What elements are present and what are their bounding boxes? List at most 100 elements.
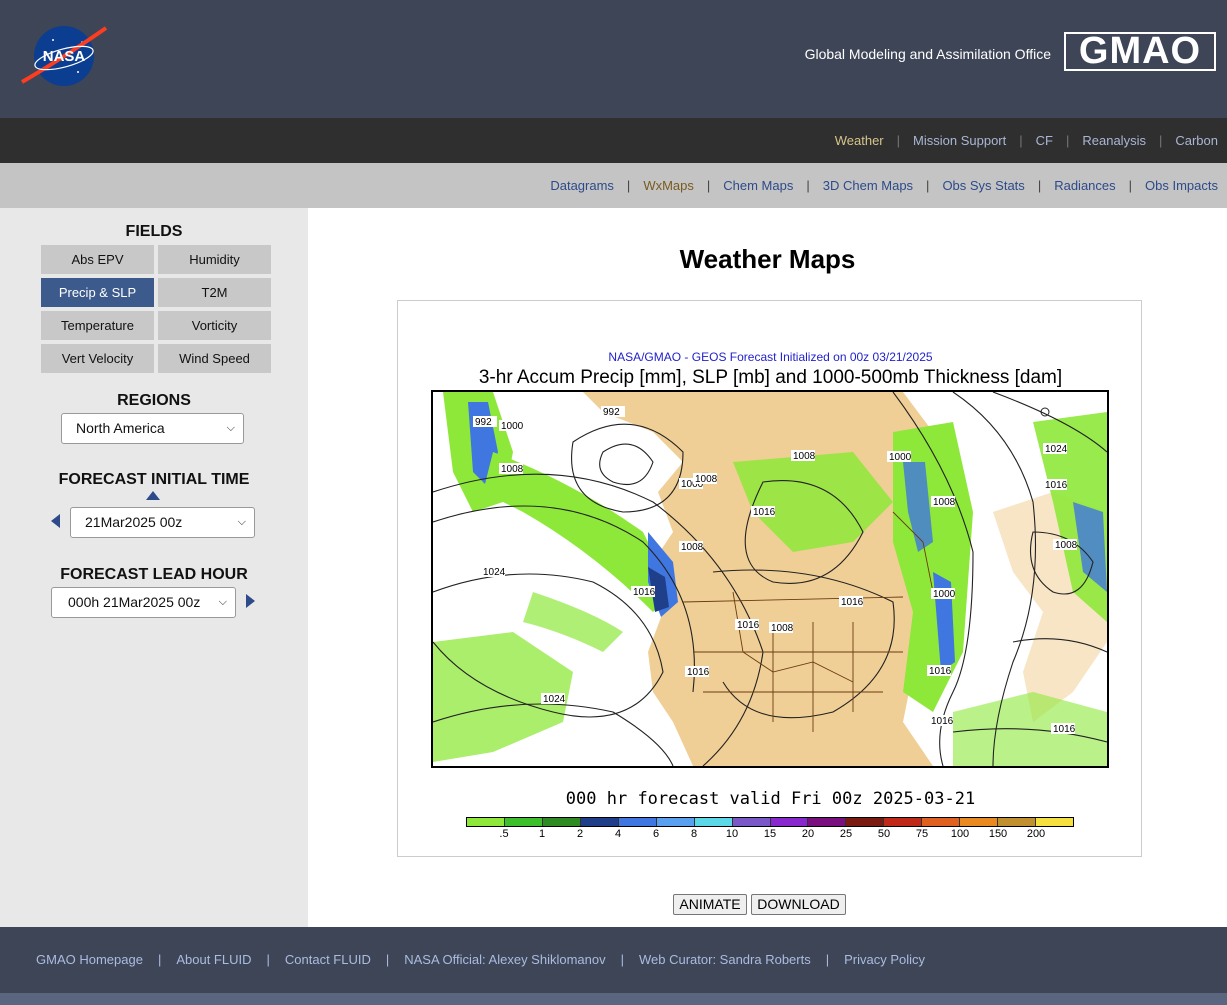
footer-link-web-curator-sandra-roberts[interactable]: Web Curator: Sandra Roberts <box>639 952 811 967</box>
colorbar-swatch <box>694 818 733 826</box>
precip-colorbar <box>466 817 1074 827</box>
colorbar-swatch <box>1036 818 1073 826</box>
field-button-vert-velocity[interactable]: Vert Velocity <box>41 344 154 373</box>
primary-nav: Weather | Mission Support | CF | Reanalysis | Ca… <box>0 118 1227 163</box>
isobar-label: 1000 <box>501 421 524 432</box>
animate-button[interactable]: ANIMATE <box>673 894 747 915</box>
nav-separator: | <box>1158 133 1163 148</box>
nav-primary-weather[interactable]: Weather <box>835 133 884 148</box>
isobar-label: 1024 <box>1045 444 1068 455</box>
isobar-label: 1016 <box>687 667 710 678</box>
isobar-label: 1016 <box>737 620 760 631</box>
colorbar-swatch <box>922 818 961 826</box>
colorbar-tick-label: 50 <box>877 828 891 840</box>
footer-link-gmao-homepage[interactable]: GMAO Homepage <box>36 952 143 967</box>
colorbar-swatch <box>884 818 923 826</box>
nav-secondary-wxmaps[interactable]: WxMaps <box>643 178 694 193</box>
colorbar-swatch <box>542 818 581 826</box>
map-subtitle: NASA/GMAO - GEOS Forecast Initialized on… <box>608 350 933 364</box>
init-time-up-icon[interactable] <box>146 491 160 500</box>
colorbar-labels: .5 1 2 4 6 8 10 15 20 25 50 75 100 150 200 <box>466 828 1074 842</box>
init-time-select[interactable]: 21Mar2025 00z ⌵ <box>70 507 255 538</box>
nasa-logo[interactable]: NASA <box>20 20 108 92</box>
isobar-label: 1016 <box>1053 724 1076 735</box>
svg-text:NASA: NASA <box>43 48 86 65</box>
colorbar-swatch <box>808 818 847 826</box>
isobar-label: 1024 <box>483 567 506 578</box>
page-title: Weather Maps <box>679 244 856 274</box>
colorbar-swatch <box>504 818 543 826</box>
nav-primary-reanalysis[interactable]: Reanalysis <box>1082 133 1146 148</box>
nav-secondary-chem-maps[interactable]: Chem Maps <box>723 178 793 193</box>
colorbar-tick-label: 8 <box>690 828 698 840</box>
footer-link-nasa-official-alexey-shiklomanov[interactable]: NASA Official: Alexey Shiklomanov <box>404 952 605 967</box>
nav-separator: | <box>1019 133 1023 148</box>
isobar-label: 1008 <box>695 474 718 485</box>
isobar-label: 1000 <box>889 452 912 463</box>
forecast-map-image[interactable]: 992 1000 1008 992 1000 1008 1008 1016 1000 1008 10… <box>431 390 1109 768</box>
field-button-humidity[interactable]: Humidity <box>158 245 271 274</box>
isobar-label: 1008 <box>771 623 794 634</box>
colorbar-tick-label: 20 <box>801 828 815 840</box>
nav-secondary-obs-sys-stats[interactable]: Obs Sys Stats <box>942 178 1024 193</box>
isobar-label: 1008 <box>793 451 816 462</box>
colorbar-tick-label: 6 <box>652 828 660 840</box>
gmao-logo[interactable]: GMAO <box>1064 32 1216 71</box>
field-button-wind-speed[interactable]: Wind Speed <box>158 344 271 373</box>
lead-hour-next-icon[interactable] <box>246 594 255 608</box>
isobar-label: 1016 <box>753 507 776 518</box>
colorbar-tick-label: 4 <box>614 828 622 840</box>
field-button-precip-slp[interactable]: Precip & SLP <box>41 278 154 307</box>
init-time-prev-icon[interactable] <box>51 514 60 528</box>
site-header: NASA Global Modeling and Assimilation Of… <box>0 0 1227 118</box>
nav-separator: | <box>1037 178 1042 193</box>
nav-separator: | <box>157 952 162 967</box>
map-title: 3-hr Accum Precip [mm], SLP [mb] and 100… <box>478 367 1063 388</box>
field-button-abs-epv[interactable]: Abs EPV <box>41 245 154 274</box>
nav-secondary-obs-impacts[interactable]: Obs Impacts <box>1145 178 1218 193</box>
nav-separator: | <box>1065 133 1070 148</box>
colorbar-swatch <box>846 818 885 826</box>
field-button-temperature[interactable]: Temperature <box>41 311 154 340</box>
footer-link-contact-fluid[interactable]: Contact FLUID <box>285 952 371 967</box>
nav-secondary-radiances[interactable]: Radiances <box>1054 178 1115 193</box>
site-footer: GMAO Homepage | About FLUID | Contact FLUID |… <box>0 927 1227 993</box>
lead-hour-select[interactable]: 000h 21Mar2025 00z ⌵ <box>51 587 236 618</box>
isobar-label: 1016 <box>633 587 656 598</box>
isobar-label: 1024 <box>543 694 566 705</box>
forecast-valid-text: 000 hr forecast valid Fri 00z 2025-03-21 <box>565 789 976 809</box>
map-frame: NASA/GMAO - GEOS Forecast Initialized on… <box>397 300 1142 857</box>
colorbar-tick-label: 150 <box>988 828 1008 840</box>
colorbar-swatch <box>656 818 695 826</box>
field-button-t2m[interactable]: T2M <box>158 278 271 307</box>
nav-secondary-datagrams[interactable]: Datagrams <box>550 178 614 193</box>
nav-separator: | <box>926 178 930 193</box>
nav-separator: | <box>620 952 624 967</box>
footer-link-privacy-policy[interactable]: Privacy Policy <box>844 952 925 967</box>
colorbar-tick-label: 1 <box>538 828 546 840</box>
field-button-vorticity[interactable]: Vorticity <box>158 311 271 340</box>
nav-separator: | <box>896 133 901 148</box>
lead-hour-value: 000h 21Mar2025 00z <box>68 594 201 610</box>
colorbar-tick-label: .5 <box>499 828 509 840</box>
isobar-label: 1000 <box>933 589 956 600</box>
isobar-label: 992 <box>475 417 492 428</box>
footer-link-about-fluid[interactable]: About FLUID <box>176 952 251 967</box>
isobar-label: 1016 <box>929 666 952 677</box>
download-button[interactable]: DOWNLOAD <box>751 894 846 915</box>
colorbar-swatch <box>467 818 505 826</box>
colorbar-swatch <box>770 818 809 826</box>
chevron-down-icon: ⌵ <box>237 516 246 528</box>
nav-primary-carbon[interactable]: Carbon <box>1175 133 1218 148</box>
nav-separator: | <box>385 952 390 967</box>
nav-separator: | <box>825 952 830 967</box>
nav-primary-mission-support[interactable]: Mission Support <box>913 133 1006 148</box>
region-select[interactable]: North America ⌵ <box>61 413 244 444</box>
region-select-value: North America <box>76 420 165 436</box>
forecast-map-graphic: 992 1000 1008 992 1000 1008 1008 1016 1000 1008 10… <box>433 392 1107 766</box>
colorbar-tick-label: 100 <box>950 828 970 840</box>
isobar-label: 1016 <box>931 716 954 727</box>
nav-primary-cf[interactable]: CF <box>1036 133 1053 148</box>
isobar-label: 1016 <box>1045 480 1068 491</box>
nav-secondary-3d-chem-maps[interactable]: 3D Chem Maps <box>823 178 913 193</box>
